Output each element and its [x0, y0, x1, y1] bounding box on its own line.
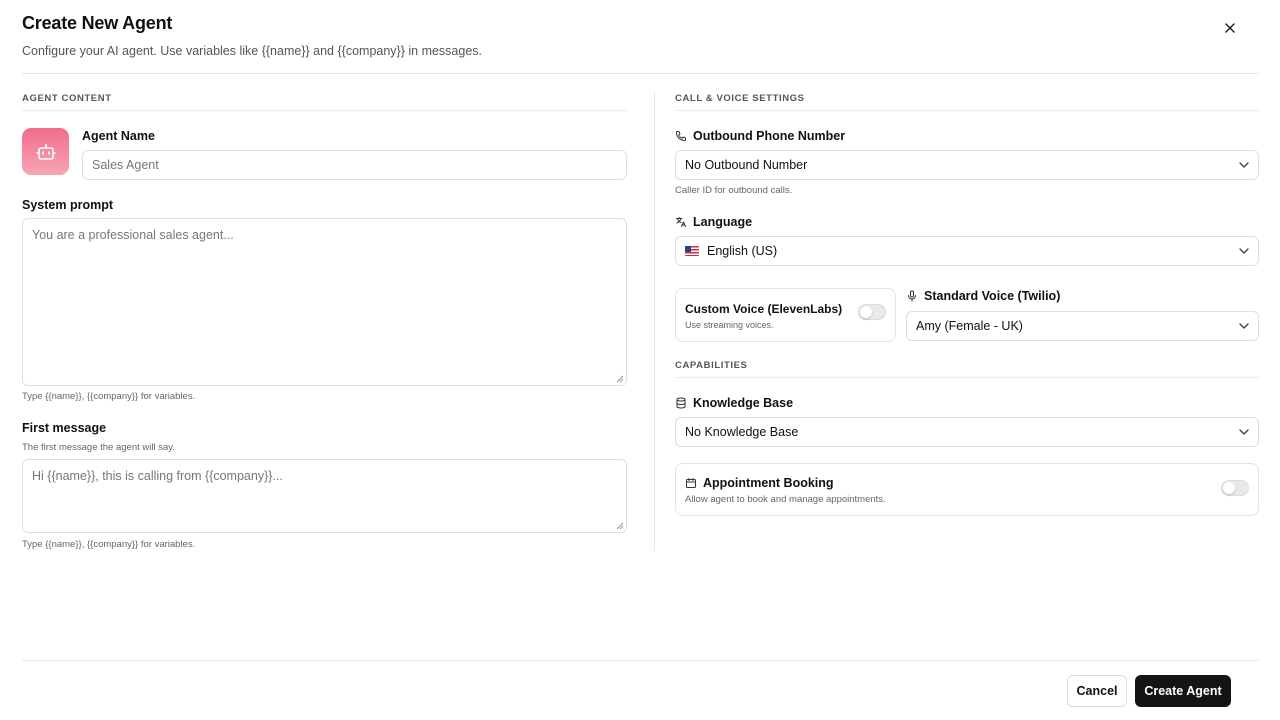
appointment-booking-title: Appointment Booking	[685, 476, 834, 490]
header-divider	[22, 73, 1259, 74]
dialog-title: Create New Agent	[22, 13, 173, 33]
knowledge-base-select[interactable]: No Knowledge Base	[675, 417, 1259, 447]
first-message-description: The first message the agent will say.	[22, 442, 175, 453]
custom-voice-title: Custom Voice (ElevenLabs)	[685, 302, 843, 316]
close-icon	[1225, 23, 1235, 33]
knowledge-base-label: Knowledge Base	[675, 396, 793, 410]
appointment-booking-title-text: Appointment Booking	[703, 476, 834, 490]
dialog-subtitle: Configure your AI agent. Use variables l…	[22, 44, 483, 58]
translate-icon	[676, 217, 686, 227]
agent-name-placeholder: Sales Agent	[92, 158, 159, 172]
chevron-down-icon	[1239, 429, 1249, 435]
section-title-call-voice: CALL & VOICE SETTINGS	[675, 93, 805, 104]
standard-voice-value: Amy (Female - UK)	[916, 319, 1023, 333]
language-select[interactable]: English (US)	[675, 236, 1259, 266]
robot-icon	[35, 143, 56, 160]
section-divider	[22, 110, 627, 111]
chevron-down-icon	[1239, 323, 1249, 329]
chevron-down-icon	[1239, 248, 1249, 254]
column-divider	[654, 91, 655, 551]
outbound-phone-label: Outbound Phone Number	[675, 129, 845, 143]
knowledge-base-value: No Knowledge Base	[685, 425, 799, 439]
appointment-booking-card: Appointment Booking Allow agent to book …	[675, 463, 1259, 516]
phone-icon	[676, 131, 686, 141]
language-label-text: Language	[693, 215, 753, 229]
create-agent-button[interactable]: Create Agent	[1135, 675, 1231, 707]
outbound-phone-select[interactable]: No Outbound Number	[675, 150, 1259, 180]
language-value: English (US)	[707, 244, 778, 258]
language-label: Language	[675, 215, 752, 229]
appointment-booking-toggle[interactable]	[1221, 480, 1249, 496]
appointment-booking-subtitle: Allow agent to book and manage appointme…	[685, 494, 886, 505]
first-message-hint: Type {{name}}, {{company}} for variables…	[22, 539, 196, 550]
system-prompt-hint: Type {{name}}, {{company}} for variables…	[22, 391, 196, 402]
system-prompt-textarea[interactable]: You are a professional sales agent...	[22, 218, 627, 386]
first-message-label: First message	[22, 421, 107, 435]
standard-voice-label-text: Standard Voice (Twilio)	[924, 289, 1061, 303]
system-prompt-placeholder: You are a professional sales agent...	[32, 228, 234, 242]
section-title-agent-content: AGENT CONTENT	[22, 93, 112, 104]
agent-name-input[interactable]: Sales Agent	[82, 150, 627, 180]
toggle-knob	[1223, 482, 1235, 494]
custom-voice-toggle[interactable]	[858, 304, 886, 320]
section-title-capabilities: CAPABILITIES	[675, 360, 748, 371]
footer-divider	[22, 660, 1259, 661]
resize-handle-icon[interactable]	[616, 375, 624, 383]
knowledge-base-label-text: Knowledge Base	[693, 396, 794, 410]
outbound-phone-label-text: Outbound Phone Number	[693, 129, 846, 143]
toggle-knob	[860, 306, 872, 318]
database-icon	[676, 397, 686, 409]
agent-avatar[interactable]	[22, 128, 69, 175]
outbound-phone-value: No Outbound Number	[685, 158, 808, 172]
close-button[interactable]	[1220, 18, 1240, 38]
custom-voice-subtitle: Use streaming voices.	[685, 320, 774, 330]
mic-icon	[908, 290, 916, 302]
section-divider	[675, 110, 1259, 111]
agent-name-label: Agent Name	[82, 129, 155, 143]
resize-handle-icon[interactable]	[616, 522, 624, 530]
chevron-down-icon	[1239, 162, 1249, 168]
first-message-textarea[interactable]: Hi {{name}}, this is calling from {{comp…	[22, 459, 627, 533]
first-message-placeholder: Hi {{name}}, this is calling from {{comp…	[32, 469, 283, 483]
system-prompt-label: System prompt	[22, 198, 113, 212]
custom-voice-card: Custom Voice (ElevenLabs) Use streaming …	[675, 288, 896, 342]
cancel-button[interactable]: Cancel	[1067, 675, 1127, 707]
calendar-icon	[686, 478, 696, 488]
us-flag-icon	[685, 246, 699, 256]
standard-voice-select[interactable]: Amy (Female - UK)	[906, 311, 1259, 341]
outbound-phone-hint: Caller ID for outbound calls.	[675, 185, 793, 196]
section-divider	[675, 377, 1259, 378]
standard-voice-label: Standard Voice (Twilio)	[906, 289, 1060, 303]
